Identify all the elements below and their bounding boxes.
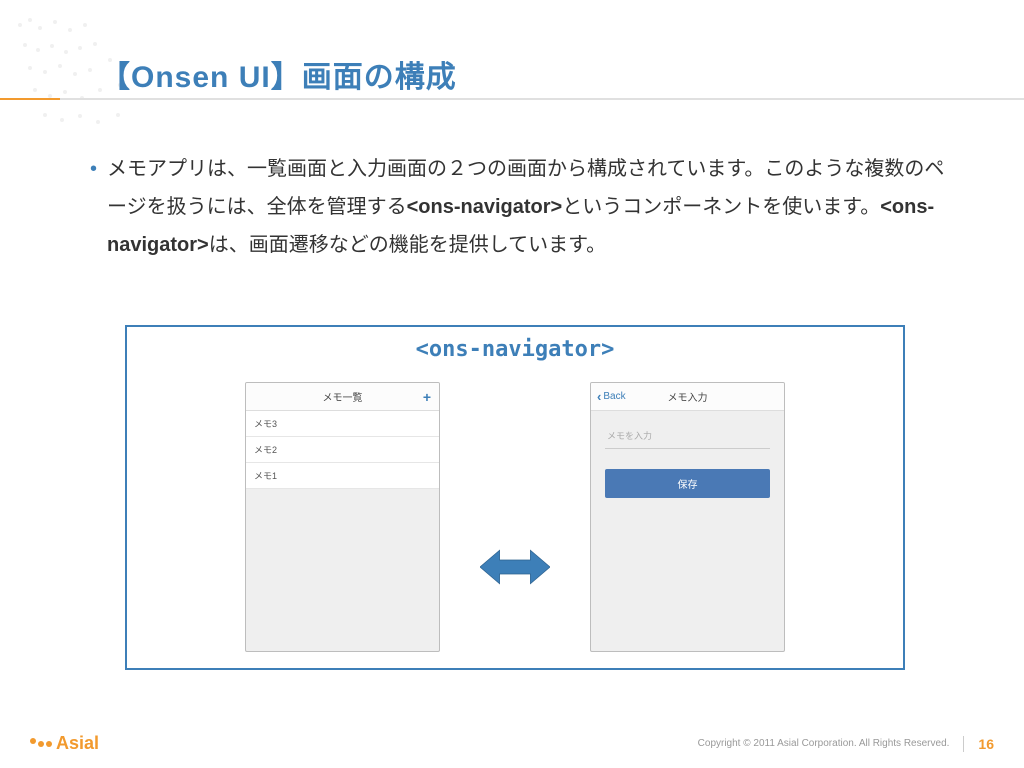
asial-logo: Asial: [30, 733, 99, 754]
memo-list: メモ3 メモ2 メモ1: [246, 411, 439, 489]
phone-list-screen: メモ一覧 + メモ3 メモ2 メモ1: [245, 382, 440, 652]
memo-input[interactable]: メモを入力: [605, 425, 770, 449]
input-area: メモを入力: [591, 411, 784, 449]
list-item[interactable]: メモ3: [246, 411, 439, 437]
list-item[interactable]: メモ1: [246, 463, 439, 489]
phones-row: メモ一覧 + メモ3 メモ2 メモ1 ‹: [127, 382, 903, 652]
navigator-label: <ons-navigator>: [127, 337, 903, 362]
footer: Asial Copyright © 2011 Asial Corporation…: [0, 733, 1024, 754]
plus-icon[interactable]: +: [423, 389, 431, 405]
list-topbar: メモ一覧 +: [246, 383, 439, 411]
list-item[interactable]: メモ2: [246, 437, 439, 463]
paragraph: メモアプリは、一覧画面と入力画面の２つの画面から構成されています。このような複数…: [107, 150, 964, 264]
back-button[interactable]: ‹ Back: [597, 389, 626, 404]
para-post: は、画面遷移などの機能を提供しています。: [209, 234, 606, 256]
chevron-left-icon: ‹: [597, 389, 601, 404]
title-rule: [0, 98, 1024, 100]
footer-divider: [963, 736, 964, 752]
page-number: 16: [978, 736, 994, 752]
list-title: メモ一覧: [323, 389, 363, 404]
title-wrap: 【Onsen UI】画面の構成: [100, 52, 984, 96]
navigator-box: <ons-navigator> メモ一覧 + メモ3 メモ2 メモ1: [125, 325, 905, 670]
logo-text: Asial: [56, 733, 99, 754]
tag-ref-1: <ons-navigator>: [407, 196, 563, 218]
input-title: メモ入力: [668, 389, 708, 404]
footer-right: Copyright © 2011 Asial Corporation. All …: [698, 736, 994, 752]
phone-input-screen: ‹ Back メモ入力 メモを入力 保存: [590, 382, 785, 652]
body-text: • メモアプリは、一覧画面と入力画面の２つの画面から構成されています。このような…: [90, 150, 964, 264]
input-topbar: ‹ Back メモ入力: [591, 383, 784, 411]
slide: 【Onsen UI】画面の構成 • メモアプリは、一覧画面と入力画面の２つの画面…: [0, 0, 1024, 768]
logo-dots-icon: [30, 741, 52, 747]
copyright: Copyright © 2011 Asial Corporation. All …: [698, 738, 950, 749]
bullet-icon: •: [90, 150, 97, 264]
slide-title: 【Onsen UI】画面の構成: [100, 52, 984, 96]
save-button[interactable]: 保存: [605, 469, 770, 498]
double-arrow-icon: [480, 547, 550, 587]
para-mid: というコンポーネントを使います。: [562, 196, 880, 218]
back-label: Back: [603, 391, 625, 402]
